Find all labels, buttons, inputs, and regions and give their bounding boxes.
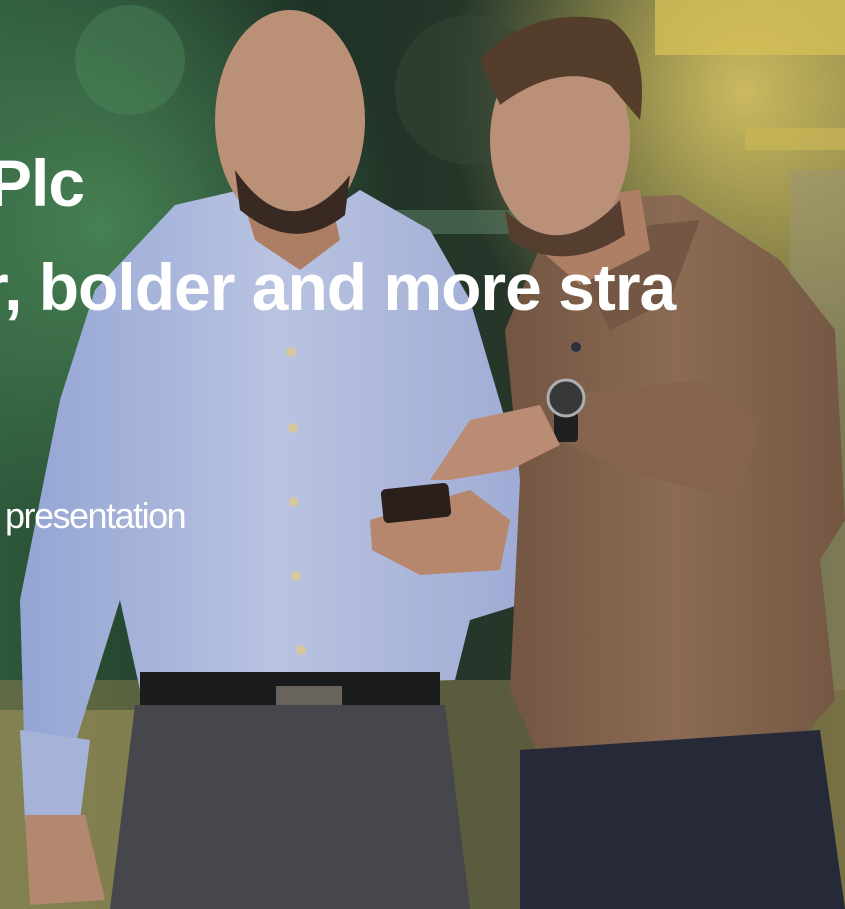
photo-illustration [0,0,845,909]
slide-caption: r presentation [0,495,187,536]
presentation-slide: Plc ger, bolder and more stra r presenta… [0,0,845,909]
background-photo [0,0,845,909]
slide-title: Plc [0,146,85,220]
slide-subtitle: ger, bolder and more stra [0,250,676,324]
